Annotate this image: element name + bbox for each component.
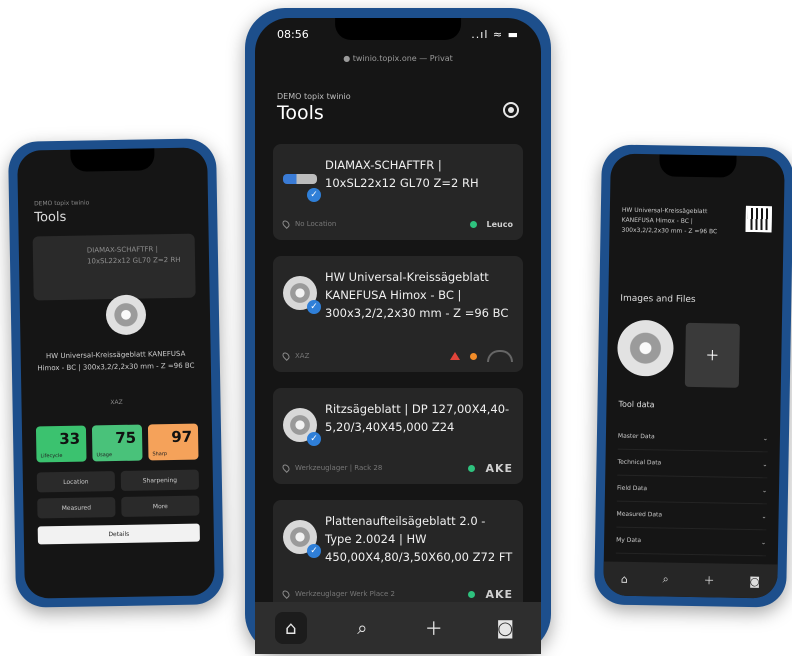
row-master-data[interactable]: Master Data ⌄ xyxy=(617,423,769,453)
images-files-title: Images and Files xyxy=(620,293,696,306)
search-icon[interactable]: ⌕ xyxy=(662,572,668,586)
stat-usage: 75 Usage xyxy=(91,424,143,462)
row-my-data[interactable]: My Data ⌄ xyxy=(615,527,767,557)
notch xyxy=(659,154,737,178)
location-button[interactable]: Location xyxy=(36,471,116,493)
check-icon: ✓ xyxy=(307,544,321,558)
status-signal: ..ıl ≈ ▬ xyxy=(471,28,519,41)
brand-logo-icon xyxy=(487,350,513,362)
add-file-icon: ＋ xyxy=(705,348,720,365)
measured-button[interactable]: Measured xyxy=(37,497,116,519)
left-page-title: Tools xyxy=(34,209,67,226)
check-icon: ✓ xyxy=(307,188,321,202)
chevron-down-icon: ⌄ xyxy=(761,513,767,521)
status-bar: 08:56 ..ıl ≈ ▬ xyxy=(277,28,519,44)
status-time: 08:56 xyxy=(277,28,309,41)
tool-name: HW Universal-Kreissägeblatt KANEFUSA Him… xyxy=(325,270,509,320)
location-pin-icon xyxy=(281,463,291,473)
location-pin-icon xyxy=(281,589,291,599)
tool-footer: Werkzeuglager Werk Place 2 AKE xyxy=(281,587,513,601)
tool-footer: Werkzeuglager | Rack 28 AKE xyxy=(281,461,513,475)
phone-left: DEMO topix twinio Tools DIAMAX-SCHAFTFR … xyxy=(7,138,225,608)
tool-data-title: Tool data xyxy=(618,399,655,410)
right-tab-bar: ⌂ ⌕ ＋ ◙ xyxy=(603,561,778,599)
location-pin-icon xyxy=(281,219,291,229)
stat-sharp: 97 Sharp xyxy=(147,423,199,461)
tool-location: Werkzeuglager | Rack 28 xyxy=(295,464,383,472)
tool-name: DIAMAX-SCHAFTFR | 10xSL22x12 GL70 Z=2 RH xyxy=(325,158,479,190)
chevron-down-icon: ⌄ xyxy=(762,435,768,443)
tool-name: Ritzsägeblatt | DP 127,00X4,40-5,20/3,40… xyxy=(325,402,510,434)
row-measured-data[interactable]: Measured Data ⌄ xyxy=(616,501,767,531)
left-stats: 33 Lifecycle 75 Usage 97 Sharp xyxy=(35,423,199,463)
details-button[interactable]: Details xyxy=(37,523,200,545)
left-action-buttons: Location Sharpening Measured More xyxy=(36,469,200,519)
tool-brand: AKE xyxy=(485,587,513,601)
location-pin-icon xyxy=(281,351,291,361)
camera-icon[interactable]: ◙ xyxy=(489,612,521,644)
left-location: XAZ xyxy=(110,398,123,407)
left-tool-description: HW Universal-Kreissägeblatt KANEFUSA Him… xyxy=(37,349,195,373)
tool-card[interactable]: ✓ DIAMAX-SCHAFTFR | 10xSL22x12 GL70 Z=2 … xyxy=(273,144,523,240)
tool-data-list: Master Data ⌄ Technical Data ⌄ Field Data ⌄… xyxy=(615,423,769,557)
tool-card[interactable]: ✓ Ritzsägeblatt | DP 127,00X4,40-5,20/3,… xyxy=(273,388,523,484)
notch xyxy=(70,148,155,172)
qr-code-icon[interactable] xyxy=(745,205,772,233)
stat-lifecycle: 33 Lifecycle xyxy=(35,425,87,463)
left-small-title: DEMO topix twinio xyxy=(33,199,90,208)
saw-blade-image[interactable] xyxy=(616,319,674,377)
bottom-tab-bar: ⌂ ⌕ ＋ ◙ xyxy=(255,602,541,654)
right-screen: HW Universal-Kreissägeblatt KANEFUSA Him… xyxy=(603,153,785,599)
tool-location: No Location xyxy=(295,220,337,228)
tool-location: XAZ xyxy=(295,352,310,360)
tool-card[interactable]: ✓ HW Universal-Kreissägeblatt KANEFUSA H… xyxy=(273,256,523,372)
home-icon[interactable]: ⌂ xyxy=(274,612,307,644)
home-icon[interactable]: ⌂ xyxy=(621,572,628,585)
chevron-down-icon: ⌄ xyxy=(761,539,767,547)
left-screen: DEMO topix twinio Tools DIAMAX-SCHAFTFR … xyxy=(17,147,215,599)
url-bar[interactable]: ● twinio.topix.one — Privat xyxy=(343,54,453,63)
tool-location: Werkzeuglager Werk Place 2 xyxy=(295,590,395,598)
tool-thumbnail xyxy=(283,174,317,184)
app-small-title: DEMO topix twinio xyxy=(277,92,351,101)
status-ok-icon xyxy=(468,464,476,472)
tool-brand: Leuco xyxy=(486,219,513,229)
settings-icon[interactable] xyxy=(503,102,519,118)
camera-icon[interactable]: ◙ xyxy=(749,574,760,587)
tool-brand: AKE xyxy=(485,461,513,475)
tool-footer: No Location Leuco xyxy=(281,218,513,230)
plus-icon[interactable]: ＋ xyxy=(703,572,714,588)
warning-triangle-icon xyxy=(450,352,460,360)
page-title: Tools xyxy=(277,102,324,124)
search-icon[interactable]: ⌕ xyxy=(346,612,378,644)
chevron-down-icon: ⌄ xyxy=(762,461,768,469)
plus-icon[interactable]: ＋ xyxy=(418,612,450,644)
tool-card[interactable]: ✓ Plattenaufteilsägeblatt 2.0 - Type 2.0… xyxy=(273,500,523,610)
left-tool-card[interactable]: DIAMAX-SCHAFTFR | 10xSL22x12 GL70 Z=2 RH xyxy=(32,233,196,301)
row-technical-data[interactable]: Technical Data ⌄ xyxy=(617,449,768,479)
left-card-text: DIAMAX-SCHAFTFR | 10xSL22x12 GL70 Z=2 RH xyxy=(86,245,181,266)
check-icon: ✓ xyxy=(307,432,321,446)
add-file-button[interactable]: ＋ xyxy=(684,322,740,388)
status-warn-icon xyxy=(470,352,477,360)
tool-name: Plattenaufteilsägeblatt 2.0 - Type 2.002… xyxy=(325,514,513,564)
status-ok-icon xyxy=(468,590,476,598)
tool-footer: XAZ xyxy=(281,350,513,362)
phone-center: 08:56 ..ıl ≈ ▬ ● twinio.topix.one — Priv… xyxy=(245,8,551,654)
saw-blade-image xyxy=(105,294,147,336)
sharpening-button[interactable]: Sharpening xyxy=(120,469,200,491)
row-field-data[interactable]: Field Data ⌄ xyxy=(616,475,768,505)
check-icon: ✓ xyxy=(307,300,321,314)
phone-right: HW Universal-Kreissägeblatt KANEFUSA Him… xyxy=(594,144,792,608)
chevron-down-icon: ⌄ xyxy=(761,487,768,495)
center-screen: 08:56 ..ıl ≈ ▬ ● twinio.topix.one — Priv… xyxy=(255,18,541,654)
status-ok-icon xyxy=(469,220,477,228)
more-button[interactable]: More xyxy=(121,495,200,517)
right-tool-header: HW Universal-Kreissägeblatt KANEFUSA Him… xyxy=(621,206,718,236)
